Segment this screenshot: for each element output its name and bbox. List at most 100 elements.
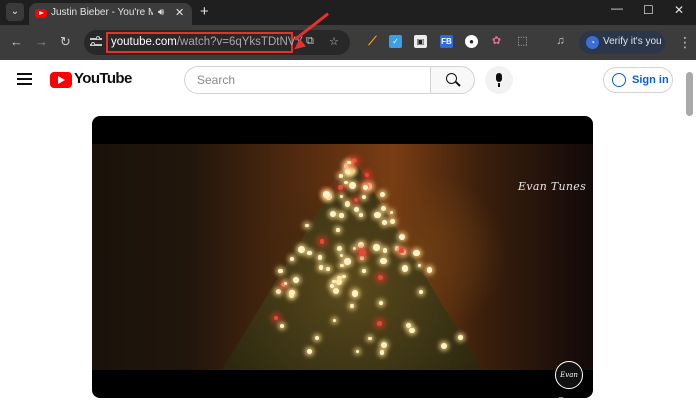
tab-title: Justin Bieber - You're My [51, 7, 153, 18]
sign-in-button[interactable]: Sign in [603, 67, 673, 93]
tree-light [413, 249, 420, 257]
tree-light [305, 224, 309, 228]
youtube-favicon-icon [35, 9, 47, 18]
tree-light [458, 335, 463, 340]
tree-light [355, 349, 359, 354]
video-frame: Evan Tunes [92, 144, 593, 370]
voice-search-button[interactable] [485, 66, 513, 94]
tree-light [361, 194, 366, 199]
browser-tab[interactable]: Justin Bieber - You're My 🔊︎ ✕ [29, 3, 192, 25]
tree-light [418, 290, 423, 294]
verify-button[interactable]: ◔ Verify it's you [579, 31, 665, 54]
tree-light [317, 254, 323, 260]
tree-light [353, 206, 359, 212]
url-path: /watch?v=6qYksTDtNVY [176, 36, 304, 48]
tree-light [398, 233, 405, 240]
tree-light [409, 327, 415, 333]
tab-search-chevron-icon[interactable]: ⌄ [6, 3, 24, 21]
browser-toolbar: ← → ↻ youtube.com/watch?v=6qYksTDtNVY ⧉ … [0, 12, 696, 60]
speaker-icon[interactable]: 🔊︎ [158, 7, 164, 18]
tree-light [344, 201, 351, 207]
tree-light [362, 269, 366, 273]
tree-light [336, 228, 340, 232]
tree-light [381, 220, 387, 226]
tree-light [382, 248, 388, 253]
tree-light [359, 213, 363, 217]
video-watermark: Evan Tunes [518, 180, 587, 193]
tree-light [381, 205, 386, 211]
tree-light [389, 219, 396, 225]
tree-light [338, 185, 343, 190]
channel-watermark-badge[interactable]: Evan Tunes [555, 361, 583, 398]
close-window-button[interactable]: ✕ [674, 3, 684, 17]
tree-light [340, 263, 344, 268]
tab-close-icon[interactable]: ✕ [175, 6, 184, 19]
url-text[interactable]: youtube.com/watch?v=6qYksTDtNVY [111, 36, 303, 48]
search-button[interactable] [430, 66, 475, 94]
search-placeholder: Search [197, 73, 236, 87]
minimize-button[interactable]: — [611, 1, 623, 15]
tree-light [360, 256, 364, 260]
tree-light [352, 246, 357, 250]
tree-light [344, 258, 351, 265]
tree-light [398, 247, 404, 253]
tree-light [347, 160, 351, 165]
tree-light [380, 192, 386, 197]
tree-light [278, 268, 283, 274]
tree-light [329, 284, 334, 289]
sign-in-label: Sign in [632, 74, 669, 86]
profile-icon: ◔ [586, 36, 599, 49]
browser-menu-icon[interactable]: ⋮ [678, 34, 692, 51]
tree-light [323, 191, 330, 198]
tree-light [426, 267, 433, 273]
extension-screenshot-icon[interactable]: ✓ [389, 35, 402, 48]
browser-tab-strip: ⌄ Justin Bieber - You're My 🔊︎ ✕ + — ☐ ✕ [0, 0, 696, 25]
reload-button[interactable]: ↻ [60, 34, 71, 50]
tree-light [401, 265, 409, 272]
verify-label: Verify it's you [603, 36, 662, 47]
youtube-logo-text[interactable]: YouTube [74, 70, 132, 87]
tree-light [339, 213, 344, 218]
youtube-page: YouTube Search Sign in Evan Tunes Evan T… [0, 60, 696, 401]
address-bar[interactable]: youtube.com/watch?v=6qYksTDtNVY ⧉ ☆ [84, 30, 350, 55]
account-circle-icon [612, 73, 626, 87]
forward-button[interactable]: → [35, 34, 48, 49]
tree-light [318, 265, 324, 270]
tree-light [274, 316, 279, 320]
search-input[interactable]: Search [184, 66, 430, 94]
youtube-logo-icon[interactable] [50, 72, 72, 88]
url-domain: youtube.com [111, 36, 177, 48]
maximize-button[interactable]: ☐ [643, 3, 654, 17]
media-playlist-icon[interactable]: ♫ [554, 35, 567, 48]
tree-light [389, 211, 393, 215]
page-scrollbar[interactable] [686, 72, 693, 116]
back-button[interactable]: ← [10, 34, 23, 49]
tree-light [306, 250, 312, 256]
bookmark-star-icon[interactable]: ☆ [329, 35, 339, 48]
tree-light [289, 256, 294, 261]
tree-light [326, 267, 330, 272]
extension-record-icon[interactable]: ● [465, 35, 478, 48]
tree-light [358, 249, 366, 256]
video-player[interactable]: Evan Tunes Evan Tunes [92, 116, 593, 398]
extension-color-icon[interactable]: ✿ [490, 35, 503, 48]
tree-light [379, 350, 385, 355]
guide-menu-icon[interactable] [17, 73, 32, 88]
url-highlight-box: youtube.com/watch?v=6qYksTDtNVY [106, 32, 303, 53]
search-icon [446, 73, 457, 84]
tree-light [417, 263, 421, 267]
new-tab-button[interactable]: + [200, 3, 209, 21]
tree-light [368, 336, 372, 341]
tree-light [314, 335, 319, 340]
tree-light [319, 238, 325, 244]
tree-light [335, 278, 342, 285]
site-info-icon[interactable] [90, 36, 102, 48]
tree-light [365, 173, 369, 177]
extension-camera-icon[interactable]: ▣ [414, 35, 427, 48]
tree-light [339, 174, 343, 178]
extension-bolt-icon[interactable]: ⟋ [366, 35, 379, 48]
tree-light [344, 180, 348, 184]
cast-icon[interactable]: ⧉ [306, 35, 314, 48]
extension-fb-icon[interactable]: FB [440, 35, 453, 48]
extensions-puzzle-icon[interactable]: ⬚ [516, 35, 529, 48]
